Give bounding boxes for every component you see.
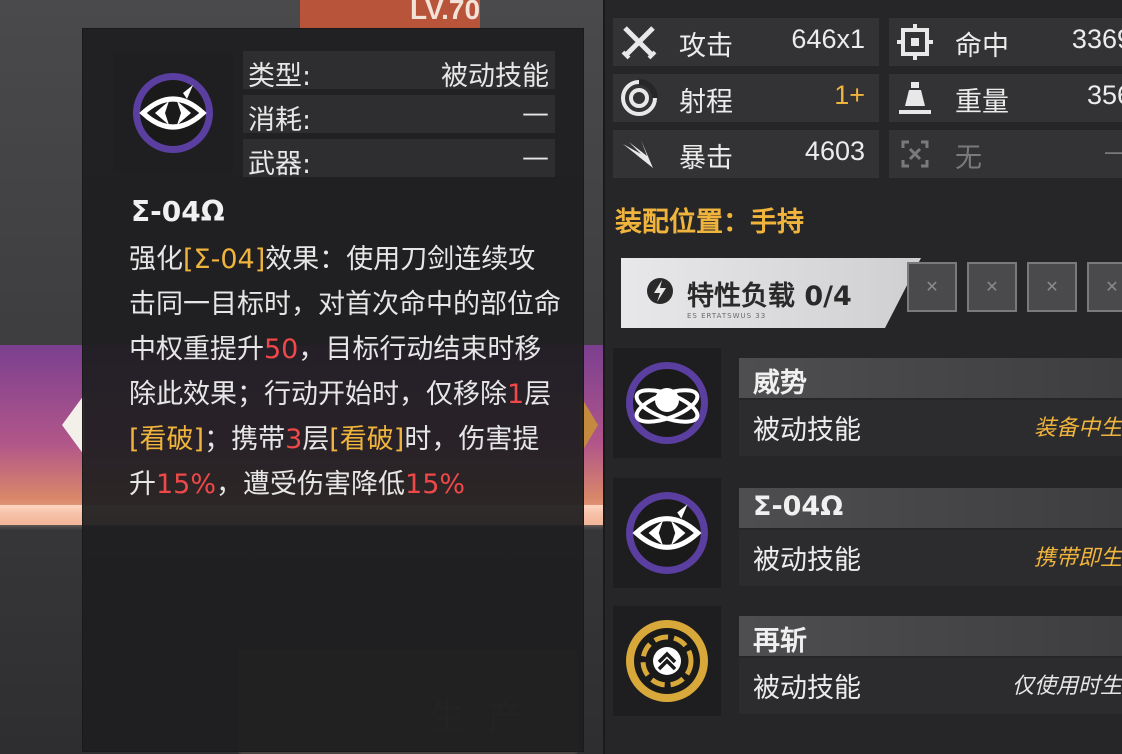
stat-label: 命中	[955, 31, 1009, 62]
trait-slot-1[interactable]: ✕	[907, 262, 957, 312]
skill-body: 被动技能 仅使用时生效	[739, 658, 1122, 714]
stat-label: 攻击	[679, 31, 733, 62]
tooltip-skill-name: Σ-04Ω	[131, 195, 225, 228]
row-value: 被动技能	[441, 61, 549, 92]
skill-name: 威势	[753, 368, 807, 399]
trait-load-bar[interactable]: 特性负载 0/4 ES ERTATSWUS 33	[621, 258, 921, 328]
skill-condition: 仅使用时生效	[1011, 674, 1122, 699]
trait-load-label: 特性负载 0/4	[687, 281, 852, 312]
skill-type: 被动技能	[753, 545, 861, 576]
tooltip-skill-icon-box	[113, 53, 233, 173]
skill-icon-box	[613, 478, 721, 588]
level-text: LV.70	[410, 0, 481, 25]
skill-type: 被动技能	[753, 673, 861, 704]
stat-value: 1+	[834, 80, 865, 110]
skill-card-zaizhan[interactable]: 再斩 被动技能 仅使用时生效	[613, 606, 1122, 716]
stat-range: 射程 1+	[613, 74, 879, 122]
desc-number: 3	[285, 424, 303, 455]
sigma-skill-icon	[626, 492, 708, 574]
tooltip-row-cost: 消耗: —	[243, 95, 555, 136]
desc-keyword: [看破]	[129, 424, 205, 455]
desc-number: 15%	[156, 469, 217, 500]
skill-icon-box	[613, 606, 721, 716]
sigma-skill-icon	[133, 73, 213, 153]
empty-bracket-icon	[893, 132, 937, 176]
stat-label: 射程	[679, 87, 733, 118]
left-arrow-decoration	[62, 395, 84, 455]
skill-name-bar: Σ-04Ω	[739, 488, 1122, 528]
desc-text: ；携带	[204, 424, 286, 455]
lightning-chip-icon	[643, 274, 677, 312]
skill-condition: 装备中生效	[1033, 416, 1122, 441]
tooltip-row-type: 类型: 被动技能	[243, 51, 555, 92]
skill-icon-box	[613, 348, 721, 458]
desc-text: 强化	[129, 244, 183, 275]
skill-card-weishi[interactable]: 威势 被动技能 装备中生效	[613, 348, 1122, 458]
tooltip-skill-description: 强化[Σ-04]效果：使用刀剑连续攻击同一目标时，对首次命中的部位命中权重提升5…	[129, 237, 561, 507]
skill-body: 被动技能 携带即生效	[739, 530, 1122, 586]
trait-slot-3[interactable]: ✕	[1027, 262, 1077, 312]
desc-keyword: [Σ-04]	[183, 244, 266, 275]
crossed-swords-icon	[617, 20, 661, 64]
re-slash-skill-icon	[626, 620, 708, 702]
trait-slot-2[interactable]: ✕	[967, 262, 1017, 312]
skill-name-bar: 再斩	[739, 616, 1122, 657]
range-target-icon	[617, 76, 661, 120]
desc-text: 层	[302, 424, 330, 455]
stat-empty: 无 —	[889, 130, 1122, 178]
skill-card-sigma[interactable]: Σ-04Ω 被动技能 携带即生效	[613, 478, 1122, 588]
target-gear-icon	[893, 20, 937, 64]
desc-text: 层	[524, 379, 552, 410]
desc-number: 15%	[405, 469, 466, 500]
skill-condition: 携带即生效	[1033, 546, 1122, 571]
stat-accuracy: 命中 3369	[889, 18, 1122, 66]
trait-load-subtext: ES ERTATSWUS 33	[687, 312, 767, 320]
critical-burst-icon	[617, 132, 661, 176]
weight-icon	[893, 76, 937, 120]
skill-type: 被动技能	[753, 415, 861, 446]
weapon-stats-panel: 攻击 646x1 命中 3369 射程 1+ 重量 356 暴击 4603 无	[603, 0, 1122, 754]
skill-name: 再斩	[753, 626, 807, 657]
desc-number: 1	[507, 379, 525, 410]
row-key: 消耗:	[248, 105, 312, 136]
desc-text: ，遭受伤害降低	[216, 469, 406, 500]
stat-value: —	[1105, 136, 1122, 167]
stat-value: 4603	[804, 136, 865, 166]
stat-label: 重量	[955, 87, 1009, 118]
stat-critical: 暴击 4603	[613, 130, 879, 178]
skill-name: Σ-04Ω	[753, 491, 844, 522]
trait-slot-4[interactable]: ✕	[1087, 262, 1122, 312]
tooltip-row-weapon: 武器: —	[243, 139, 555, 180]
skill-tooltip: 类型: 被动技能 消耗: — 武器: — Σ-04Ω 强化[Σ-04]效果：使用…	[82, 28, 584, 752]
desc-keyword: [看破]	[329, 424, 405, 455]
stat-label: 无	[955, 143, 982, 174]
row-value: —	[522, 142, 549, 173]
stat-label: 暴击	[679, 143, 733, 174]
stat-value: 646x1	[791, 24, 865, 54]
stat-attack: 攻击 646x1	[613, 18, 879, 66]
stat-weight: 重量 356	[889, 74, 1122, 122]
stat-value: 356	[1086, 80, 1122, 110]
row-key: 类型:	[248, 61, 312, 92]
skill-name-bar: 威势	[739, 358, 1122, 399]
row-key: 武器:	[248, 149, 312, 180]
equip-position: 装配位置：手持	[615, 207, 804, 238]
skill-body: 被动技能 装备中生效	[739, 400, 1122, 456]
stat-value: 3369	[1071, 24, 1122, 54]
aura-skill-icon	[626, 362, 708, 444]
desc-number: 50	[264, 334, 299, 365]
row-value: —	[522, 98, 549, 129]
